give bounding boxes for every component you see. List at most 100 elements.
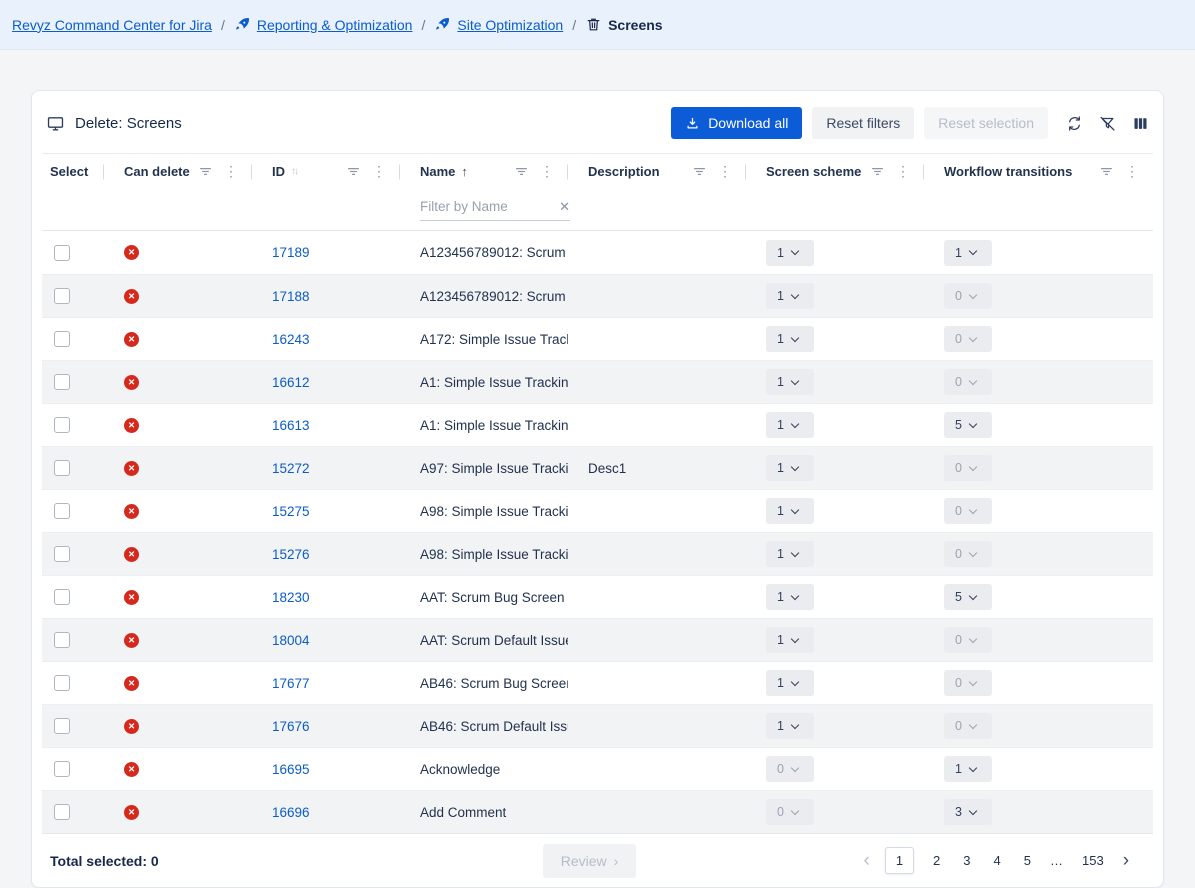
workflow-transitions-select[interactable]: 5: [944, 584, 992, 610]
row-select-checkbox[interactable]: [54, 718, 70, 734]
pagination-page[interactable]: 4: [990, 848, 1005, 873]
screen-scheme-select[interactable]: 1: [766, 713, 814, 739]
column-header-name[interactable]: Name ↑ ⋮: [400, 154, 568, 189]
screen-scheme-select[interactable]: 1: [766, 412, 814, 438]
pagination-page[interactable]: 3: [959, 848, 974, 873]
row-select-checkbox[interactable]: [54, 761, 70, 777]
sort-asc-icon[interactable]: ↑: [461, 164, 468, 179]
screen-scheme-select[interactable]: 1: [766, 627, 814, 653]
row-id-link[interactable]: 15272: [272, 461, 310, 476]
screen-scheme-select[interactable]: 1: [766, 584, 814, 610]
screen-scheme-select[interactable]: 1: [766, 498, 814, 524]
filter-icon[interactable]: [1100, 165, 1113, 178]
row-select-checkbox[interactable]: [54, 374, 70, 390]
reset-selection-button[interactable]: Reset selection: [924, 107, 1048, 139]
row-id-link[interactable]: 18230: [272, 590, 310, 605]
row-select-checkbox[interactable]: [54, 245, 70, 261]
row-select-checkbox[interactable]: [54, 675, 70, 691]
row-id-link[interactable]: 17676: [272, 719, 310, 734]
workflow-transitions-select[interactable]: 0: [944, 498, 992, 524]
cannot-delete-icon: ✕: [124, 676, 139, 691]
row-id-link[interactable]: 17677: [272, 676, 310, 691]
screen-scheme-select[interactable]: 1: [766, 541, 814, 567]
workflow-transitions-select[interactable]: 5: [944, 412, 992, 438]
filter-icon[interactable]: [347, 165, 360, 178]
row-select-checkbox[interactable]: [54, 288, 70, 304]
workflow-transitions-select[interactable]: 0: [944, 541, 992, 567]
row-id-link[interactable]: 18004: [272, 633, 310, 648]
column-header-id[interactable]: ID ↑↓ ⋮: [252, 154, 400, 189]
refresh-icon[interactable]: [1066, 115, 1083, 132]
row-id-link[interactable]: 15276: [272, 547, 310, 562]
row-select-checkbox[interactable]: [54, 804, 70, 820]
workflow-transitions-select[interactable]: 0: [944, 627, 992, 653]
row-id-link[interactable]: 15275: [272, 504, 310, 519]
chevron-down-icon: [969, 591, 977, 599]
column-header-description[interactable]: Description ⋮: [568, 154, 746, 189]
screen-scheme-select[interactable]: 1: [766, 369, 814, 395]
row-id-link[interactable]: 16696: [272, 805, 310, 820]
row-id-link[interactable]: 17189: [272, 245, 310, 260]
breadcrumb-link-reporting[interactable]: Reporting & Optimization: [257, 17, 413, 33]
screen-scheme-select[interactable]: 1: [766, 670, 814, 696]
filter-off-icon[interactable]: [1099, 115, 1116, 132]
reset-filters-button[interactable]: Reset filters: [812, 107, 914, 139]
workflow-transitions-select[interactable]: 0: [944, 326, 992, 352]
row-id-link[interactable]: 17188: [272, 289, 310, 304]
workflow-transitions-select[interactable]: 0: [944, 670, 992, 696]
row-select-checkbox[interactable]: [54, 417, 70, 433]
breadcrumb-link-site-optimization[interactable]: Site Optimization: [457, 17, 563, 33]
screen-scheme-select[interactable]: 1: [766, 326, 814, 352]
row-select-checkbox[interactable]: [54, 632, 70, 648]
pagination-page[interactable]: 5: [1020, 848, 1035, 873]
column-header-screen-scheme[interactable]: Screen scheme ⋮: [746, 154, 924, 189]
filter-icon[interactable]: [199, 165, 212, 178]
row-select-checkbox[interactable]: [54, 589, 70, 605]
columns-icon[interactable]: [1132, 115, 1149, 132]
workflow-transitions-select[interactable]: 0: [944, 369, 992, 395]
clear-filter-icon[interactable]: ✕: [559, 199, 570, 215]
row-id-link[interactable]: 16243: [272, 332, 310, 347]
column-menu-icon[interactable]: ⋮: [540, 163, 554, 180]
download-all-button[interactable]: Download all: [671, 107, 802, 139]
screen-scheme-select[interactable]: 0: [766, 756, 814, 782]
row-name: AAT: Scrum Default Issue Sc: [420, 633, 568, 648]
table-row: ✕15276A98: Simple Issue Tracking I10: [42, 532, 1153, 575]
row-select-checkbox[interactable]: [54, 546, 70, 562]
pagination-prev-icon[interactable]: ‹: [863, 851, 869, 870]
breadcrumb-link-home[interactable]: Revyz Command Center for Jira: [12, 17, 212, 33]
name-filter-input[interactable]: [420, 199, 542, 214]
column-header-workflow-transitions[interactable]: Workflow transitions ⋮: [924, 154, 1153, 189]
filter-icon[interactable]: [871, 165, 884, 178]
row-id-link[interactable]: 16613: [272, 418, 310, 433]
row-select-checkbox[interactable]: [54, 331, 70, 347]
filter-icon[interactable]: [693, 165, 706, 178]
filter-icon[interactable]: [515, 165, 528, 178]
review-button[interactable]: Review ›: [543, 844, 637, 878]
screen-scheme-select[interactable]: 1: [766, 240, 814, 266]
pagination-page[interactable]: 153: [1078, 848, 1108, 873]
column-header-can-delete[interactable]: Can delete ⋮: [104, 154, 252, 189]
row-select-checkbox[interactable]: [54, 460, 70, 476]
column-menu-icon[interactable]: ⋮: [372, 163, 386, 180]
pagination-next-icon[interactable]: ›: [1123, 851, 1129, 870]
column-menu-icon[interactable]: ⋮: [1125, 163, 1139, 180]
workflow-transitions-select[interactable]: 0: [944, 283, 992, 309]
screen-scheme-select[interactable]: 0: [766, 799, 814, 825]
workflow-transitions-select[interactable]: 1: [944, 756, 992, 782]
column-menu-icon[interactable]: ⋮: [224, 163, 238, 180]
workflow-transitions-select[interactable]: 0: [944, 455, 992, 481]
screen-scheme-select[interactable]: 1: [766, 455, 814, 481]
workflow-transitions-select[interactable]: 1: [944, 240, 992, 266]
sort-icon[interactable]: ↑↓: [291, 166, 297, 177]
column-menu-icon[interactable]: ⋮: [718, 163, 732, 180]
pagination-page[interactable]: 1: [885, 847, 914, 874]
column-menu-icon[interactable]: ⋮: [896, 163, 910, 180]
workflow-transitions-select[interactable]: 0: [944, 713, 992, 739]
row-id-link[interactable]: 16695: [272, 762, 310, 777]
row-select-checkbox[interactable]: [54, 503, 70, 519]
screen-scheme-select[interactable]: 1: [766, 283, 814, 309]
row-id-link[interactable]: 16612: [272, 375, 310, 390]
pagination-page[interactable]: 2: [929, 848, 944, 873]
workflow-transitions-select[interactable]: 3: [944, 799, 992, 825]
